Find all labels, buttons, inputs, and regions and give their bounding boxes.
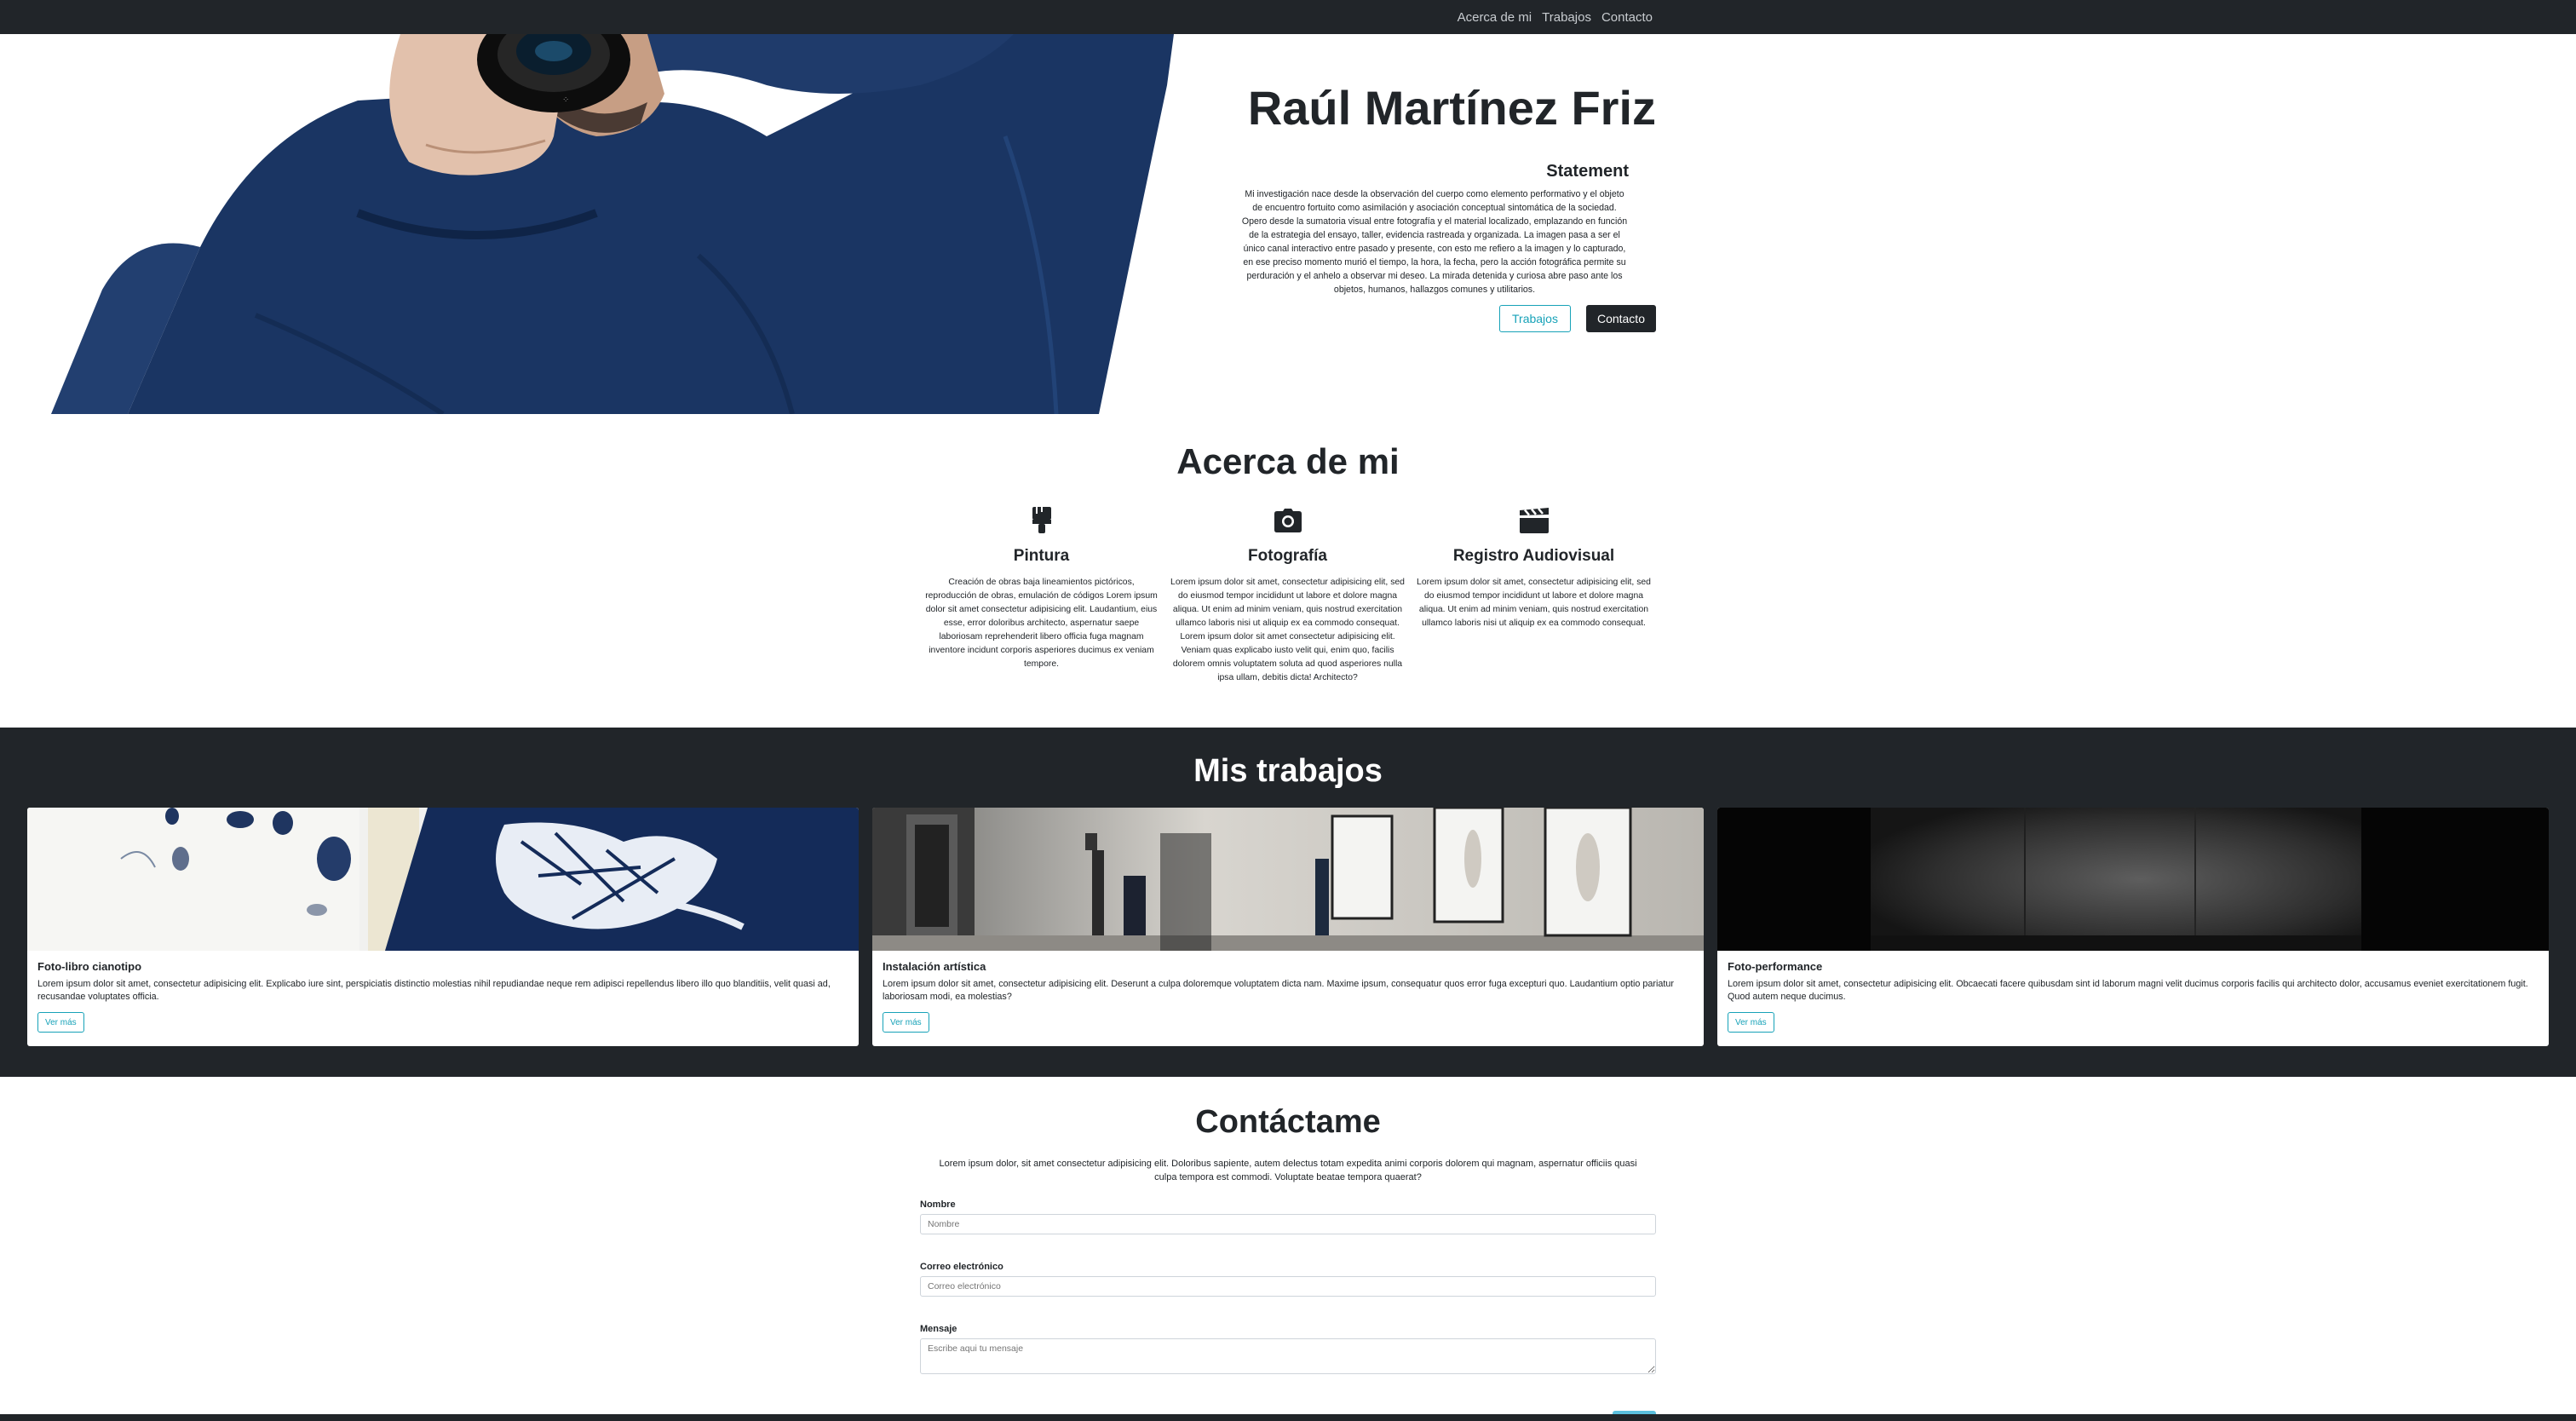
works-section: Mis trabajos Foto-libro cianotipo Lorem …	[0, 728, 2576, 1077]
about-item-text: Lorem ipsum dolor sit amet, consectetur …	[1170, 578, 1405, 682]
card-title: Instalación artística	[883, 960, 986, 973]
contact-form: Nombre Correo electrónico Mensaje Enviar	[920, 1200, 1656, 1421]
card-body: Foto-libro cianotipo Lorem ipsum dolor s…	[27, 951, 859, 1042]
about-item-photography: Fotografía Lorem ipsum dolor sit amet, c…	[1164, 506, 1411, 685]
card-text: Lorem ipsum dolor sit amet, consectetur …	[1728, 979, 2528, 1002]
work-image-cyanotype	[27, 808, 859, 951]
work-card-cyanotype: Foto-libro cianotipo Lorem ipsum dolor s…	[27, 808, 859, 1046]
about-title: Acerca de mi	[1176, 441, 1400, 481]
about-item-audiovisual: Registro Audiovisual Lorem ipsum dolor s…	[1411, 506, 1657, 685]
hero-photo: ⁘	[0, 34, 1227, 414]
works-cards: Foto-libro cianotipo Lorem ipsum dolor s…	[27, 808, 2549, 1046]
hero-text: Raúl Martínez Friz Statement Mi investig…	[1227, 34, 1656, 414]
works-title: Mis trabajos	[1193, 753, 1383, 789]
contact-section: Contáctame Lorem ipsum dolor, sit amet c…	[0, 1077, 2576, 1421]
contact-intro: Lorem ipsum dolor, sit amet consectetur …	[939, 1159, 1637, 1182]
work-image-performance	[1717, 808, 2549, 951]
about-item-painting: Pintura Creación de obras baja lineamien…	[918, 506, 1164, 685]
card-body: Foto-performance Lorem ipsum dolor sit a…	[1717, 951, 2549, 1042]
contact-button[interactable]: Contacto	[1585, 305, 1656, 332]
navbar: Acerca de mi Trabajos Contacto	[0, 0, 2576, 34]
about-section: Acerca de mi Pintura Creación de obras b…	[0, 414, 2576, 728]
statement-title: Statement	[1546, 162, 1629, 181]
paint-brush-icon	[918, 506, 1164, 535]
statement-text: Mi investigación nace desde la observaci…	[1241, 189, 1628, 295]
about-item-title: Registro Audiovisual	[1452, 547, 1615, 565]
about-item-text: Creación de obras baja lineamientos pict…	[925, 578, 1158, 669]
email-input[interactable]	[920, 1276, 1656, 1297]
hero-buttons: Trabajos Contacto	[1499, 305, 1656, 332]
see-more-button[interactable]: Ver más	[1728, 1012, 1774, 1033]
card-text: Lorem ipsum dolor sit amet, consectetur …	[883, 979, 1675, 1002]
footer	[0, 1414, 2576, 1421]
camera-icon	[1164, 506, 1411, 535]
name-input[interactable]	[920, 1214, 1656, 1234]
about-columns: Pintura Creación de obras baja lineamien…	[918, 506, 1658, 685]
work-card-installation: Instalación artística Lorem ipsum dolor …	[872, 808, 1704, 1046]
svg-text:⁘: ⁘	[562, 95, 569, 105]
email-label: Correo electrónico	[920, 1262, 1003, 1272]
card-body: Instalación artística Lorem ipsum dolor …	[872, 951, 1704, 1042]
work-card-performance: Foto-performance Lorem ipsum dolor sit a…	[1717, 808, 2549, 1046]
about-item-text: Lorem ipsum dolor sit amet, consectetur …	[1417, 578, 1651, 628]
card-text: Lorem ipsum dolor sit amet, consectetur …	[37, 979, 831, 1002]
see-more-button[interactable]: Ver más	[883, 1012, 929, 1033]
message-label: Mensaje	[920, 1324, 957, 1334]
nav-link-contact[interactable]: Contacto	[1601, 10, 1653, 25]
see-more-button[interactable]: Ver más	[37, 1012, 84, 1033]
name-label: Nombre	[920, 1200, 956, 1210]
card-title: Foto-performance	[1728, 960, 1823, 973]
nav-link-about[interactable]: Acerca de mi	[1458, 10, 1532, 25]
contact-title: Contáctame	[1195, 1104, 1381, 1140]
works-button[interactable]: Trabajos	[1499, 305, 1571, 332]
work-image-installation	[872, 808, 1704, 951]
clapperboard-icon	[1411, 506, 1657, 535]
hero-name: Raúl Martínez Friz	[1247, 81, 1656, 135]
hero-section: ⁘ Raúl Martínez Friz Statement Mi invest…	[0, 34, 2576, 414]
nav-link-works[interactable]: Trabajos	[1542, 10, 1591, 25]
about-item-title: Fotografía	[1248, 547, 1327, 565]
card-title: Foto-libro cianotipo	[37, 960, 142, 973]
about-item-title: Pintura	[1013, 547, 1070, 565]
message-textarea[interactable]	[920, 1338, 1656, 1374]
nav-links: Acerca de mi Trabajos Contacto	[1458, 0, 1653, 34]
